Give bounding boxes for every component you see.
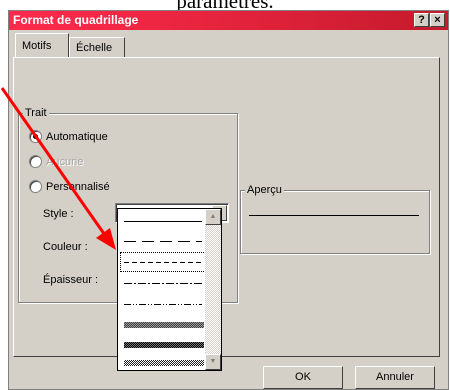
tab-echelle[interactable]: Échelle [69,37,125,57]
radio-automatique[interactable]: Automatique [29,130,108,143]
apercu-group: Aperçu [240,183,430,254]
style-option-solid[interactable] [121,212,205,230]
dialog-title: Format de quadrillage [13,13,139,27]
radio-aucune[interactable]: Aucune [29,155,83,168]
radio-automatique-label: Automatique [46,130,108,143]
style-option-dashed[interactable] [120,252,206,272]
radio-personnalise[interactable]: Personnalisé [29,180,110,193]
radio-aucune-indicator[interactable] [29,155,42,168]
format-dialog: Format de quadrillage ? × Motifs Échelle… [8,10,449,390]
apercu-group-label: Aperçu [245,183,284,197]
style-option-dash-dot-dot[interactable] [121,295,205,313]
style-option-gray-25[interactable] [121,316,205,334]
epaisseur-label: Épaisseur : [43,274,99,286]
dropdown-scrollbar[interactable]: ▲ ▼ [205,209,221,370]
cancel-button[interactable]: Annuler [355,366,435,389]
help-button[interactable]: ? [414,13,429,27]
ok-button[interactable]: OK [263,366,343,389]
style-label: Style : [43,208,74,220]
style-option-gray-50[interactable] [121,336,205,354]
radio-automatique-indicator[interactable] [29,130,42,143]
scroll-up-arrow-icon[interactable]: ▲ [205,209,221,225]
tab-panel: Trait Automatique Aucune Personnalisé St… [13,57,440,357]
apercu-preview-line [249,215,419,216]
title-bar[interactable]: Format de quadrillage ? × [9,11,448,30]
radio-personnalise-indicator[interactable] [29,180,42,193]
radio-aucune-label: Aucune [46,155,84,168]
trait-group-label: Trait [23,106,49,120]
style-dropdown-list[interactable]: ▲ ▼ [117,208,222,371]
style-option-gray-75[interactable] [121,355,205,373]
couleur-label: Couleur : [43,241,88,253]
style-option-dash-dot[interactable] [121,274,205,292]
close-button[interactable]: × [430,13,445,27]
style-option-long-dash[interactable] [121,232,205,250]
scroll-down-arrow-icon[interactable]: ▼ [205,354,221,370]
tab-motifs[interactable]: Motifs [15,33,69,57]
radio-personnalise-label: Personnalisé [46,180,110,193]
